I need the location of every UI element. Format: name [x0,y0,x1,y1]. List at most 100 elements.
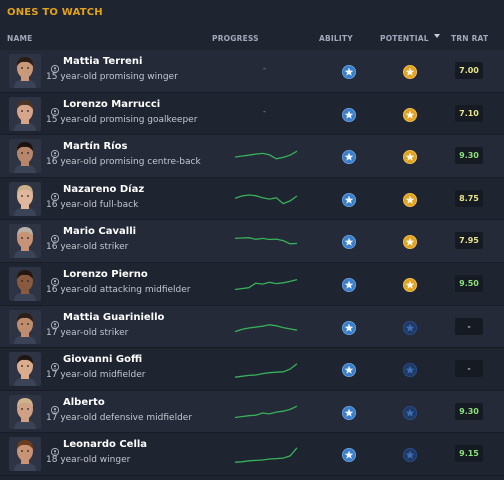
progress-empty: - [263,106,266,116]
player-name-link[interactable]: Mattia Terreni [63,56,142,67]
player-description: 18 year-old winger [46,455,131,466]
progress-sparkline [234,231,298,253]
player-row[interactable]: Lorenzo Pierno 16 year-old attacking midf… [0,263,504,306]
ability-star-icon [342,64,356,79]
ability-star-icon [342,234,356,250]
potential-dark-star-icon [403,320,417,335]
ability-star-icon [342,447,356,463]
player-avatar[interactable] [9,54,41,88]
player-description: 16 year-old full-back [46,199,139,210]
column-header-progress[interactable]: PROGRESS [212,34,259,43]
player-name-link[interactable]: Mario Cavalli [63,226,136,237]
player-name-link[interactable]: Alberto [63,397,105,408]
player-name-link[interactable]: Giovanni Goffi [63,354,142,365]
potential-gold-star-icon [403,64,417,79]
player-row[interactable]: Mattia Terreni 15 year-old promising wing… [0,50,504,93]
training-rating-badge: - [455,317,483,335]
player-row[interactable]: Nazareno Díaz 16 year-old full-back 8.75 [0,178,504,221]
player-description: 16 year-old striker [46,242,129,253]
potential-gold-star-icon [403,107,417,122]
ability-star-icon [342,192,356,207]
user-icon [50,441,60,457]
progress-sparkline [234,402,298,424]
player-avatar[interactable] [9,224,41,259]
player-row[interactable]: Leonardo Cella 18 year-old winger 9.15 [0,433,504,476]
training-rating-badge: 7.10 [455,104,483,122]
progress-sparkline [234,359,298,381]
training-rating-badge: 8.75 [455,189,483,207]
player-row[interactable]: Giovanni Goffi 17 year-old midfielder - [0,348,504,391]
player-name-link[interactable]: Martín Ríos [63,141,127,152]
player-avatar[interactable] [9,266,41,301]
player-description: 15 year-old promising winger [46,72,178,82]
progress-sparkline [234,444,298,466]
ones-to-watch-panel: ONES TO WATCH NAME PROGRESS ABILITY POTE… [0,0,504,480]
column-header-ability[interactable]: ABILITY [319,34,353,43]
player-name-link[interactable]: Lorenzo Pierno [63,269,148,280]
user-icon [50,399,60,414]
player-avatar[interactable] [9,437,41,472]
ability-star-icon [342,107,356,122]
player-description: 17 year-old defensive midfielder [46,412,193,423]
potential-gold-star-icon [403,277,417,292]
player-row[interactable]: Mario Cavalli 16 year-old striker 7.95 [0,220,504,263]
progress-sparkline [234,317,298,339]
player-avatar[interactable] [9,181,41,216]
user-icon [50,314,60,329]
table-header: NAME PROGRESS ABILITY POTENTIAL TRN RAT [0,31,504,47]
user-icon [50,101,60,116]
user-icon [50,143,60,159]
ability-star-icon [342,149,356,165]
potential-gold-star-icon [403,192,417,207]
player-row[interactable]: Alberto 17 year-old defensive midfielder 9… [0,390,504,434]
player-avatar[interactable] [9,309,41,344]
player-description: 17 year-old midfielder [46,370,146,381]
training-rating-badge: 9.30 [455,402,483,420]
player-name-link[interactable]: Nazareno Díaz [63,184,144,195]
potential-gold-star-icon [403,149,417,165]
player-avatar[interactable] [9,96,41,131]
player-avatar[interactable] [9,352,41,387]
potential-dark-star-icon [403,447,417,463]
player-row[interactable]: Lorenzo Marrucci 15 year-old promising go… [0,93,504,136]
panel-title: ONES TO WATCH [7,7,103,18]
progress-sparkline [234,189,298,211]
user-icon [50,186,60,201]
training-rating-badge: 9.50 [455,274,483,292]
column-header-name[interactable]: NAME [7,34,32,43]
potential-gold-star-icon [403,234,417,250]
training-rating-badge: 9.15 [455,445,483,463]
sort-descending-icon[interactable] [434,34,440,38]
training-rating-badge: 7.95 [455,232,483,250]
player-row[interactable]: Martín Ríos 16 year-old promising centre-… [0,135,504,178]
player-description: 16 year-old promising centre-back [46,157,201,168]
training-rating-badge: 7.00 [455,62,483,79]
player-avatar[interactable] [9,139,41,174]
player-description: 17 year-old striker [46,327,129,338]
progress-sparkline [234,274,298,296]
column-header-trn-rat[interactable]: TRN RAT [451,34,488,43]
user-icon [50,356,60,372]
user-icon [50,228,60,244]
player-name-link[interactable]: Lorenzo Marrucci [63,99,160,110]
ability-star-icon [342,277,356,292]
player-description: 16 year-old attacking midfielder [46,284,191,295]
ability-star-icon [342,362,356,378]
user-icon [50,271,60,287]
column-header-potential[interactable]: POTENTIAL [380,34,429,43]
ability-star-icon [342,405,356,420]
potential-dark-star-icon [403,362,417,378]
progress-sparkline [234,146,298,168]
player-row[interactable]: Mattia Guariniello 17 year-old striker - [0,305,504,349]
player-avatar[interactable] [9,394,41,429]
ability-star-icon [342,320,356,335]
training-rating-badge: 9.30 [455,147,483,165]
player-name-link[interactable]: Leonardo Cella [63,439,147,450]
progress-empty: - [263,64,266,73]
players-list: Mattia Terreni 15 year-old promising wing… [0,50,504,476]
training-rating-badge: - [455,360,483,378]
potential-dark-star-icon [403,405,417,420]
player-name-link[interactable]: Mattia Guariniello [63,312,164,323]
player-description: 15 year-old promising goalkeeper [46,114,198,125]
user-icon [50,58,60,74]
